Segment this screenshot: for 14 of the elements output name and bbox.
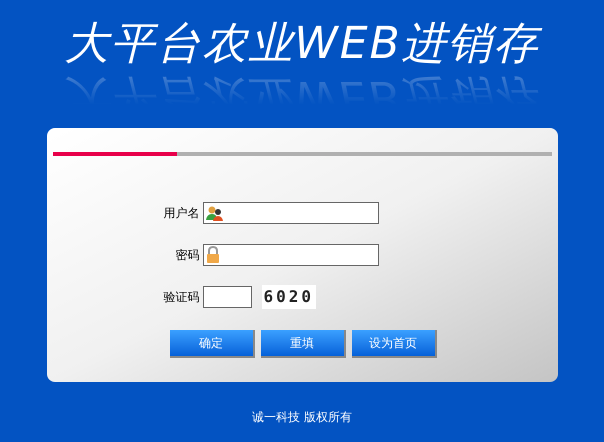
- form-button[interactable]: 确定: [170, 330, 254, 358]
- password-field[interactable]: [202, 244, 378, 266]
- field-label: 验证码: [164, 288, 200, 306]
- lock-icon: [206, 246, 220, 263]
- username-field[interactable]: [202, 202, 378, 224]
- user-icon: [206, 204, 224, 220]
- app-title: 大平台农业WEB进销存: [64, 16, 540, 72]
- form-button[interactable]: 重填: [260, 330, 346, 358]
- captcha-field[interactable]: [202, 286, 252, 308]
- field-label: 密码: [176, 246, 200, 264]
- captcha-code: 6020: [262, 284, 316, 308]
- form-button[interactable]: 设为首页: [352, 330, 436, 358]
- field-label: 用户名: [164, 204, 200, 222]
- copyright-text: 诚一科技 版权所有: [252, 409, 352, 426]
